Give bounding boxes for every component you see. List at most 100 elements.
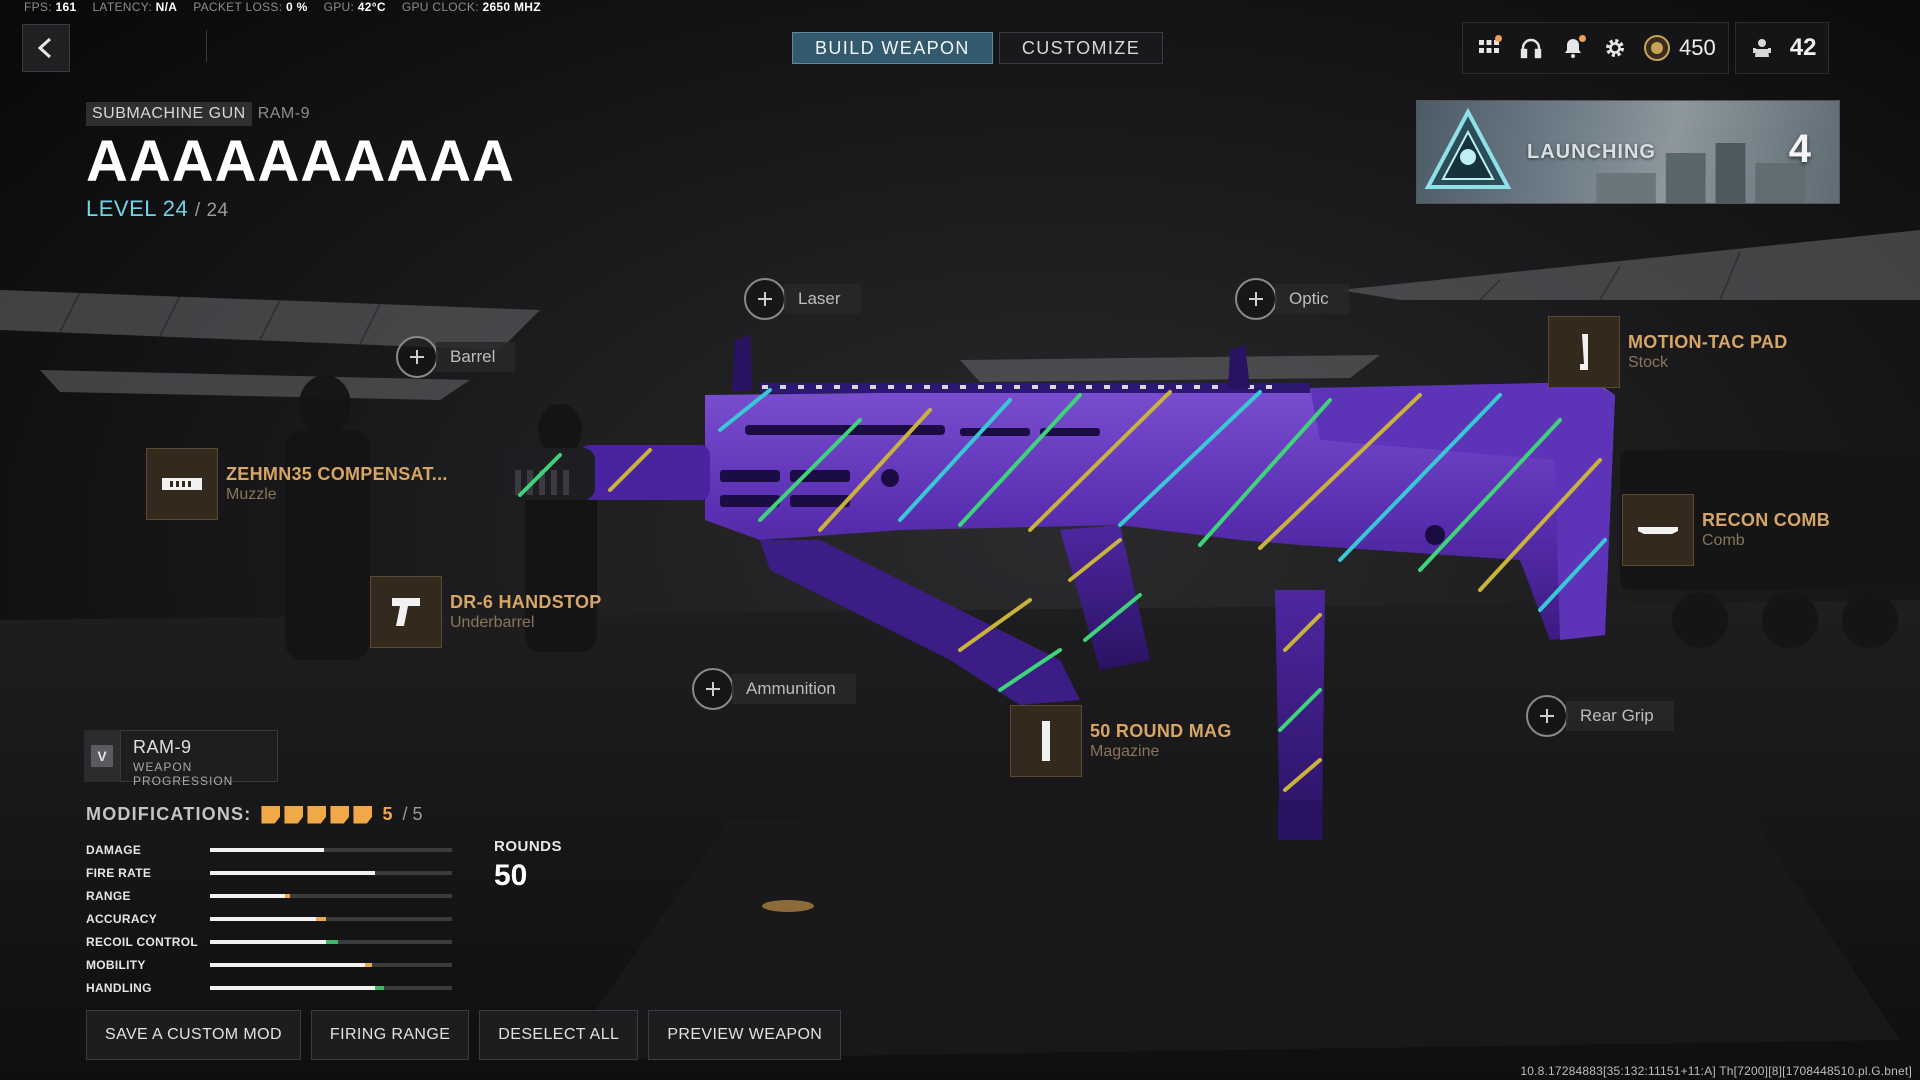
notification-dot [1495, 35, 1502, 42]
rounds-value: 50 [494, 859, 528, 892]
stat-bar [210, 847, 452, 852]
attachment-muzzle[interactable]: ZEHMN35 COMPENSAT... Muzzle [146, 448, 448, 520]
top-right-toolbar: 450 42 [1462, 22, 1830, 74]
stat-label: HANDLING [86, 980, 152, 995]
slot-barrel[interactable]: Barrel [396, 336, 516, 378]
stat-bar [210, 939, 452, 944]
stat-label: RECOIL CONTROL [86, 934, 198, 949]
stat-row: DAMAGE [86, 838, 456, 861]
tab-customize[interactable]: CUSTOMIZE [998, 32, 1164, 64]
modifications-label: MODIFICATIONS: [86, 804, 252, 824]
attachment-name: 50 ROUND MAG [1090, 721, 1232, 741]
top-tabs: BUILD WEAPON CUSTOMIZE [792, 32, 1164, 64]
launching-label: LAUNCHING [1527, 141, 1656, 163]
stat-bar-modifier [374, 985, 385, 990]
attachment-comb[interactable]: RECON COMB Comb [1622, 494, 1830, 566]
back-button[interactable] [22, 24, 70, 72]
gear-icon[interactable] [1601, 34, 1629, 62]
keybind-key: V [91, 745, 113, 767]
weapon-class-badge: SUBMACHINE GUN [86, 102, 252, 126]
attachment-text: MOTION-TAC PAD Stock [1628, 332, 1788, 372]
deselect-all-button[interactable]: DESELECT ALL [479, 1010, 639, 1060]
cod-points-amount: 450 [1679, 35, 1716, 60]
attachment-magazine[interactable]: 50 ROUND MAG Magazine [1010, 705, 1232, 777]
stat-bar-fill [210, 893, 286, 898]
stat-row: ACCURACY [86, 907, 456, 930]
attachment-text: 50 ROUND MAG Magazine [1090, 721, 1232, 761]
stat-bar-modifier [364, 962, 373, 967]
slot-label: Optic [1275, 284, 1349, 314]
stat-bar-fill [210, 985, 375, 990]
progression-body: RAM-9 WEAPON PROGRESSION [120, 730, 278, 788]
firing-range-button[interactable]: FIRING RANGE [310, 1010, 470, 1060]
weapon-level-max: / 24 [194, 200, 229, 221]
stock-attachment-icon [1548, 316, 1620, 388]
faction-emblem-icon [1424, 107, 1512, 189]
progression-weapon-name: RAM-9 [133, 737, 192, 757]
chevron-left-icon [37, 37, 52, 59]
stat-row: HANDLING [86, 976, 456, 999]
stat-row: RECOIL CONTROL [86, 930, 456, 953]
stat-row: RANGE [86, 884, 456, 907]
modification-pip [261, 805, 281, 824]
stat-bar [210, 870, 452, 875]
attachment-type: Magazine [1090, 743, 1160, 760]
rounds-info: ROUNDS 50 [494, 838, 562, 893]
stat-label: RANGE [86, 888, 131, 903]
modification-pip [284, 805, 304, 824]
attachment-type: Muzzle [226, 486, 277, 503]
attachment-stock[interactable]: MOTION-TAC PAD Stock [1548, 316, 1788, 388]
stat-bar-modifier [316, 916, 327, 921]
slot-optic[interactable]: Optic [1235, 278, 1349, 320]
stat-bar-fill [210, 916, 317, 921]
plus-icon [396, 336, 438, 378]
perf-packet-loss: PACKET LOSS: 0 % [193, 0, 308, 14]
slot-ammunition[interactable]: Ammunition [692, 668, 856, 710]
performance-overlay: FPS: 161 LATENCY: N/A PACKET LOSS: 0 % G… [24, 0, 541, 18]
plus-icon [1526, 695, 1568, 737]
stat-bar-fill [210, 939, 327, 944]
headset-icon[interactable] [1517, 34, 1545, 62]
weapon-stats: DAMAGE FIRE RATE RANGE ACCURACY RECOIL CONTR… [86, 838, 456, 999]
attachment-type: Comb [1702, 532, 1745, 549]
stat-bar [210, 962, 452, 967]
keybind-hint: V [84, 730, 120, 782]
slot-rear-grip[interactable]: Rear Grip [1526, 695, 1674, 737]
bell-icon[interactable] [1559, 34, 1587, 62]
header-divider [206, 30, 207, 62]
build-version-info: 10.8.17284883[35:132:11151+11:A] Th[7200… [1520, 1064, 1912, 1078]
perf-fps: FPS: 161 [24, 0, 77, 14]
stat-bar-fill [210, 847, 324, 852]
attachment-underbarrel[interactable]: DR-6 HANDSTOP Underbarrel [370, 576, 602, 648]
modification-pip [307, 805, 327, 824]
player-level-group[interactable]: 42 [1734, 22, 1830, 74]
launching-event-card[interactable]: LAUNCHING 4 [1416, 100, 1840, 204]
slot-label: Barrel [436, 342, 516, 372]
stat-bar-fill [210, 870, 375, 875]
attachment-name: MOTION-TAC PAD [1628, 332, 1788, 352]
attachment-text: DR-6 HANDSTOP Underbarrel [450, 592, 602, 632]
slot-laser[interactable]: Laser [744, 278, 861, 320]
muzzle-attachment-icon [146, 448, 218, 520]
cod-points-icon[interactable] [1643, 34, 1671, 62]
stat-label: DAMAGE [86, 842, 142, 857]
magazine-attachment-icon [1010, 705, 1082, 777]
attachment-type: Underbarrel [450, 614, 535, 631]
stat-row: MOBILITY [86, 953, 456, 976]
player-level: 42 [1789, 34, 1817, 61]
apps-grid-icon[interactable] [1475, 34, 1503, 62]
attachment-text: RECON COMB Comb [1702, 510, 1830, 550]
modification-pips [261, 805, 373, 824]
weapon-header: SUBMACHINE GUN RAM-9 AAAAAAAAAA LEVEL 24 … [86, 102, 515, 222]
stat-label: ACCURACY [86, 911, 158, 926]
modification-pip [330, 805, 350, 824]
weapon-progression-button[interactable]: V RAM-9 WEAPON PROGRESSION [84, 730, 278, 788]
stat-bar-modifier [285, 893, 290, 898]
plus-icon [1235, 278, 1277, 320]
preview-weapon-button[interactable]: PREVIEW WEAPON [648, 1010, 842, 1060]
tab-build-weapon[interactable]: BUILD WEAPON [792, 32, 993, 64]
perf-gpu-temp: GPU: 42°C [323, 0, 386, 14]
slot-label: Laser [784, 284, 861, 314]
attachment-name: DR-6 HANDSTOP [450, 592, 602, 612]
save-custom-mod-button[interactable]: SAVE A CUSTOM MOD [86, 1010, 301, 1060]
